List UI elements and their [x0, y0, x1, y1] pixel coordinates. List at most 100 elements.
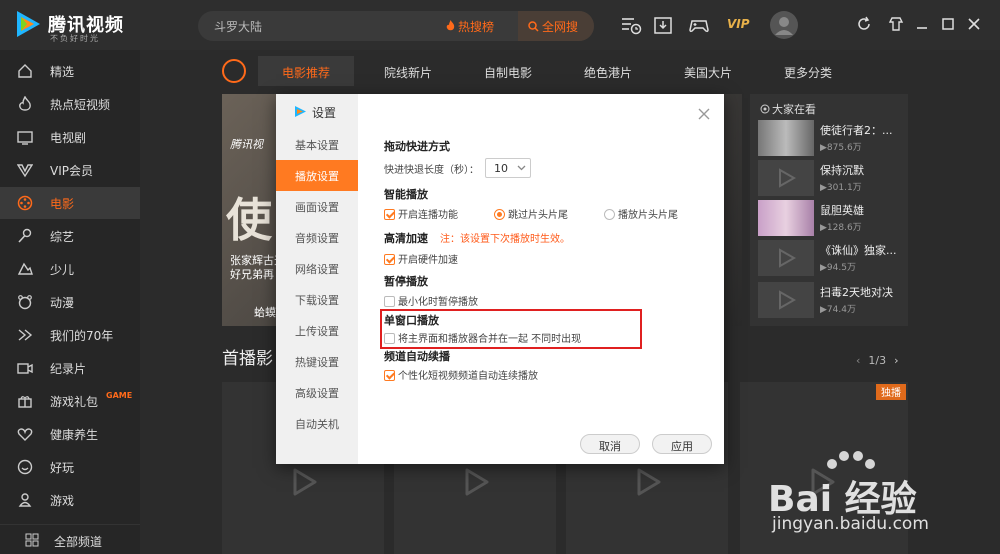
radio-selected[interactable]	[494, 209, 505, 220]
vip-button[interactable]: VIP	[727, 17, 750, 31]
nav-advanced-settings[interactable]: 高级设置	[276, 377, 358, 408]
checkbox-checked[interactable]	[384, 209, 395, 220]
title-bar: 腾讯视频 不负好时光 斗罗大陆 热搜榜 全网搜 VIP	[0, 0, 1000, 50]
search-bar[interactable]: 斗罗大陆 热搜榜 全网搜	[198, 11, 594, 41]
nav-playback-settings[interactable]: 播放设置	[276, 160, 358, 191]
hardware-accel-label: 开启硬件加速	[398, 255, 458, 266]
tab-more-categories[interactable]: 更多分类	[760, 56, 856, 86]
avatar[interactable]	[770, 11, 798, 39]
nav-auto-shutdown[interactable]: 自动关机	[276, 408, 358, 439]
list-item[interactable]: 鼠胆英雄 ▶128.6万	[758, 200, 904, 236]
list-item[interactable]: 保持沉默 ▶301.1万	[758, 160, 904, 196]
sidebar-item-label: 电视剧	[50, 131, 87, 145]
baidu-jingyan-watermark: Bai 经验 jingyan.baidu.com	[760, 448, 990, 548]
list-item[interactable]: 《诛仙》独家... ▶94.5万	[758, 240, 904, 276]
sidebar-item-vip[interactable]: VIP会员	[0, 154, 140, 186]
prev-page-icon[interactable]: ‹	[856, 354, 860, 367]
history-icon[interactable]	[620, 14, 642, 36]
channel-autoplay-checkbox[interactable]: 个性化短视频频道自动连续播放	[384, 367, 538, 382]
film-reel-icon	[17, 195, 33, 211]
hardware-accel-checkbox[interactable]: 开启硬件加速	[384, 251, 458, 266]
user-icon	[775, 17, 793, 35]
pause-minimize-checkbox[interactable]: 最小化时暂停播放	[384, 293, 478, 308]
refresh-icon[interactable]	[856, 16, 872, 32]
skip-intro-radio[interactable]: 跳过片头片尾	[494, 206, 568, 221]
sidebar-item-game-gifts[interactable]: 游戏礼包 GAME	[0, 385, 140, 417]
checkbox-unchecked[interactable]	[384, 296, 395, 307]
autoplay-checkbox[interactable]: 开启连播功能	[384, 206, 458, 221]
sidebar-item-tv-series[interactable]: 电视剧	[0, 121, 140, 153]
seek-length-label: 快进快退长度（秒）：	[384, 165, 479, 176]
list-item[interactable]: 扫毒2天地对决 ▶74.4万	[758, 282, 904, 318]
play-intro-radio[interactable]: 播放片头片尾	[604, 206, 678, 221]
sidebar-item-label: 热点短视频	[50, 98, 111, 112]
hot-search-label: 热搜榜	[458, 20, 495, 34]
video-thumbnail	[758, 282, 814, 318]
checkbox-checked[interactable]	[384, 370, 395, 381]
gamepad-icon[interactable]	[688, 14, 710, 36]
sidebar-item-label: 健康养生	[50, 428, 99, 442]
vip-icon	[17, 164, 33, 178]
tab-us-blockbusters[interactable]: 美国大片	[660, 56, 756, 86]
maximize-icon[interactable]	[940, 16, 956, 32]
sidebar-item-fun[interactable]: 好玩	[0, 451, 140, 483]
search-input[interactable]: 斗罗大陆	[214, 18, 262, 35]
hot-search-button[interactable]: 热搜榜	[446, 18, 494, 35]
channel-tabs: 电影推荐 院线新片 自制电影 绝色港片 美国大片 更多分类	[140, 50, 1000, 92]
sidebar-item-variety[interactable]: 综艺	[0, 220, 140, 252]
tab-recommended[interactable]: 电影推荐	[258, 56, 354, 86]
nav-upload-settings[interactable]: 上传设置	[276, 315, 358, 346]
nav-audio-settings[interactable]: 音频设置	[276, 222, 358, 253]
sidebar-item-label: 纪录片	[50, 362, 87, 376]
flame-icon	[19, 96, 31, 111]
nav-hotkey-settings[interactable]: 热键设置	[276, 346, 358, 377]
sidebar-item-label: 精选	[50, 65, 75, 79]
sidebar-item-label: VIP会员	[50, 164, 93, 178]
sidebar-item-games[interactable]: 游戏	[0, 484, 140, 516]
hd-accel-note: 注：该设置下次播放时生效。	[440, 234, 570, 245]
sidebar-item-movies[interactable]: 电影	[0, 187, 140, 219]
next-page-icon[interactable]: ›	[894, 354, 898, 367]
nav-network-settings[interactable]: 网络设置	[276, 253, 358, 284]
sidebar-item-anime[interactable]: 动漫	[0, 286, 140, 318]
nav-basic-settings[interactable]: 基本设置	[276, 129, 358, 160]
tab-new-releases[interactable]: 院线新片	[360, 56, 456, 86]
sidebar-item-documentary[interactable]: 纪录片	[0, 352, 140, 384]
seek-length-select[interactable]: 10	[485, 158, 531, 178]
play-placeholder-icon	[779, 168, 797, 188]
everyone-watching-label: 大家在看	[772, 103, 816, 116]
nav-picture-settings[interactable]: 画面设置	[276, 191, 358, 222]
app-logo[interactable]: 腾讯视频 不负好时光	[14, 9, 144, 43]
sidebar-item-featured[interactable]: 精选	[0, 55, 140, 87]
video-title: 保持沉默	[820, 164, 864, 177]
cancel-button[interactable]: 取消	[580, 434, 640, 454]
gamepad-icon	[18, 493, 32, 507]
close-window-icon[interactable]	[966, 16, 982, 32]
all-channels-button[interactable]: 全部频道	[0, 524, 140, 554]
sidebar-item-kids[interactable]: 少儿	[0, 253, 140, 285]
radio-unselected[interactable]	[604, 209, 615, 220]
watermark-url: jingyan.baidu.com	[772, 514, 929, 534]
apply-button[interactable]: 应用	[652, 434, 712, 454]
skin-icon[interactable]	[888, 16, 904, 32]
hd-accel-heading: 高清加速 注：该设置下次播放时生效。	[384, 230, 570, 246]
skip-intro-label: 跳过片头片尾	[508, 210, 568, 221]
sidebar-item-health[interactable]: 健康养生	[0, 418, 140, 450]
sidebar-item-label: 好玩	[50, 461, 75, 475]
tv-icon	[17, 131, 33, 145]
smile-icon	[17, 459, 33, 475]
tab-hk-films[interactable]: 绝色港片	[560, 56, 656, 86]
all-web-search-button[interactable]: 全网搜	[518, 11, 594, 41]
bear-icon	[18, 295, 32, 310]
checkbox-checked[interactable]	[384, 254, 395, 265]
download-icon[interactable]	[652, 14, 674, 36]
play-placeholder-icon	[465, 468, 489, 496]
nav-download-settings[interactable]: 下载设置	[276, 284, 358, 315]
tab-original-films[interactable]: 自制电影	[460, 56, 556, 86]
close-icon[interactable]	[698, 108, 710, 120]
sidebar-item-70-years[interactable]: 我们的70年	[0, 319, 140, 351]
eye-icon	[760, 104, 770, 114]
list-item[interactable]: 使徒行者2：... ▶875.6万	[758, 120, 904, 156]
minimize-icon[interactable]	[914, 16, 930, 32]
sidebar-item-hot-shorts[interactable]: 热点短视频	[0, 88, 140, 120]
